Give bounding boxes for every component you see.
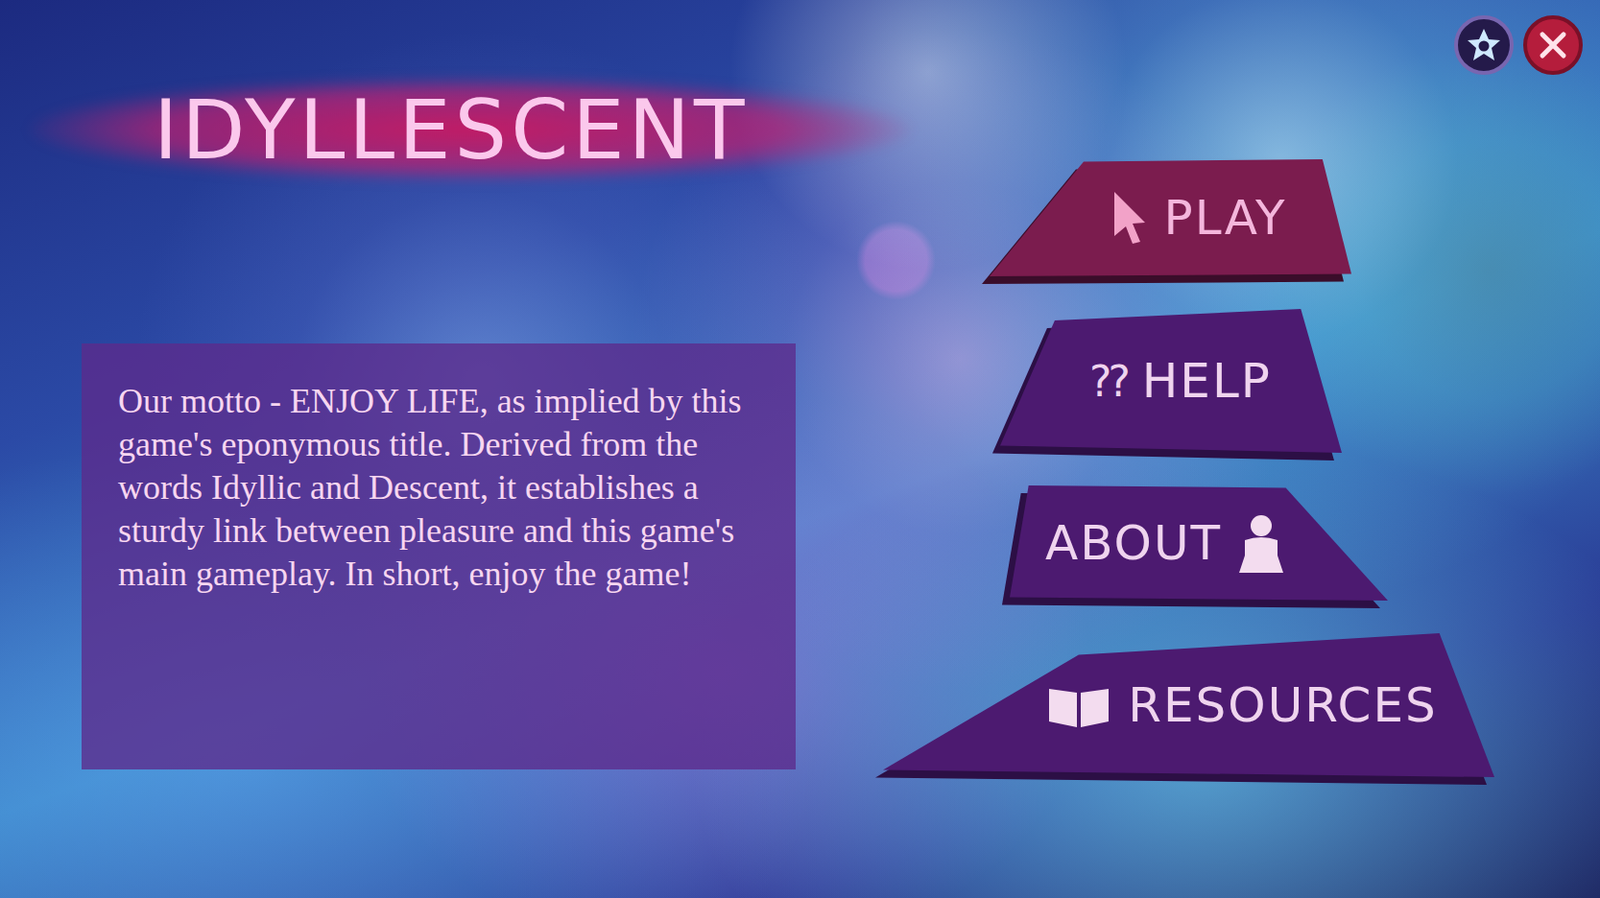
close-x-icon [1536,28,1570,62]
close-button[interactable] [1523,15,1583,75]
menu-button-face: ABOUT [1009,485,1388,601]
menu-button[interactable]: PLAY [989,159,1352,277]
settings-button[interactable] [1454,15,1514,75]
description-panel: Our motto - ENJOY LIFE, as implied by th… [81,343,796,770]
settings-star-icon [1465,26,1503,64]
menu-button-label: RESOURCES [1127,677,1438,734]
main-menu-screen: IDYLLESCENT Our motto - ENJOY LIFE, as im… [0,0,1600,898]
menu-button-label: ABOUT [1045,515,1222,572]
description-text: Our motto - ENJOY LIFE, as implied by th… [118,380,767,597]
book-icon [1045,681,1113,730]
person-icon [1237,513,1286,574]
main-menu: PLAY?? HELP ABOUT RESOURCES [863,159,1600,778]
menu-button[interactable]: ?? HELP [1000,309,1342,454]
window-controls [863,0,1600,75]
menu-button-label: HELP [1142,353,1272,409]
help-question-icon: ?? [1089,357,1127,406]
menu-button[interactable]: ABOUT [1009,485,1388,601]
left-column: IDYLLESCENT Our motto - ENJOY LIFE, as im… [0,0,864,898]
menu-button-face: PLAY [989,159,1352,277]
game-title: IDYLLESCENT [153,84,748,176]
menu-button-face: RESOURCES [883,633,1495,778]
menu-button-face: ?? HELP [1000,309,1342,454]
right-column: PLAY?? HELP ABOUT RESOURCES [863,0,1600,898]
menu-button[interactable]: RESOURCES [883,633,1495,778]
cursor-icon [1111,190,1148,246]
menu-button-label: PLAY [1163,190,1287,246]
title-banner: IDYLLESCENT [28,47,922,212]
